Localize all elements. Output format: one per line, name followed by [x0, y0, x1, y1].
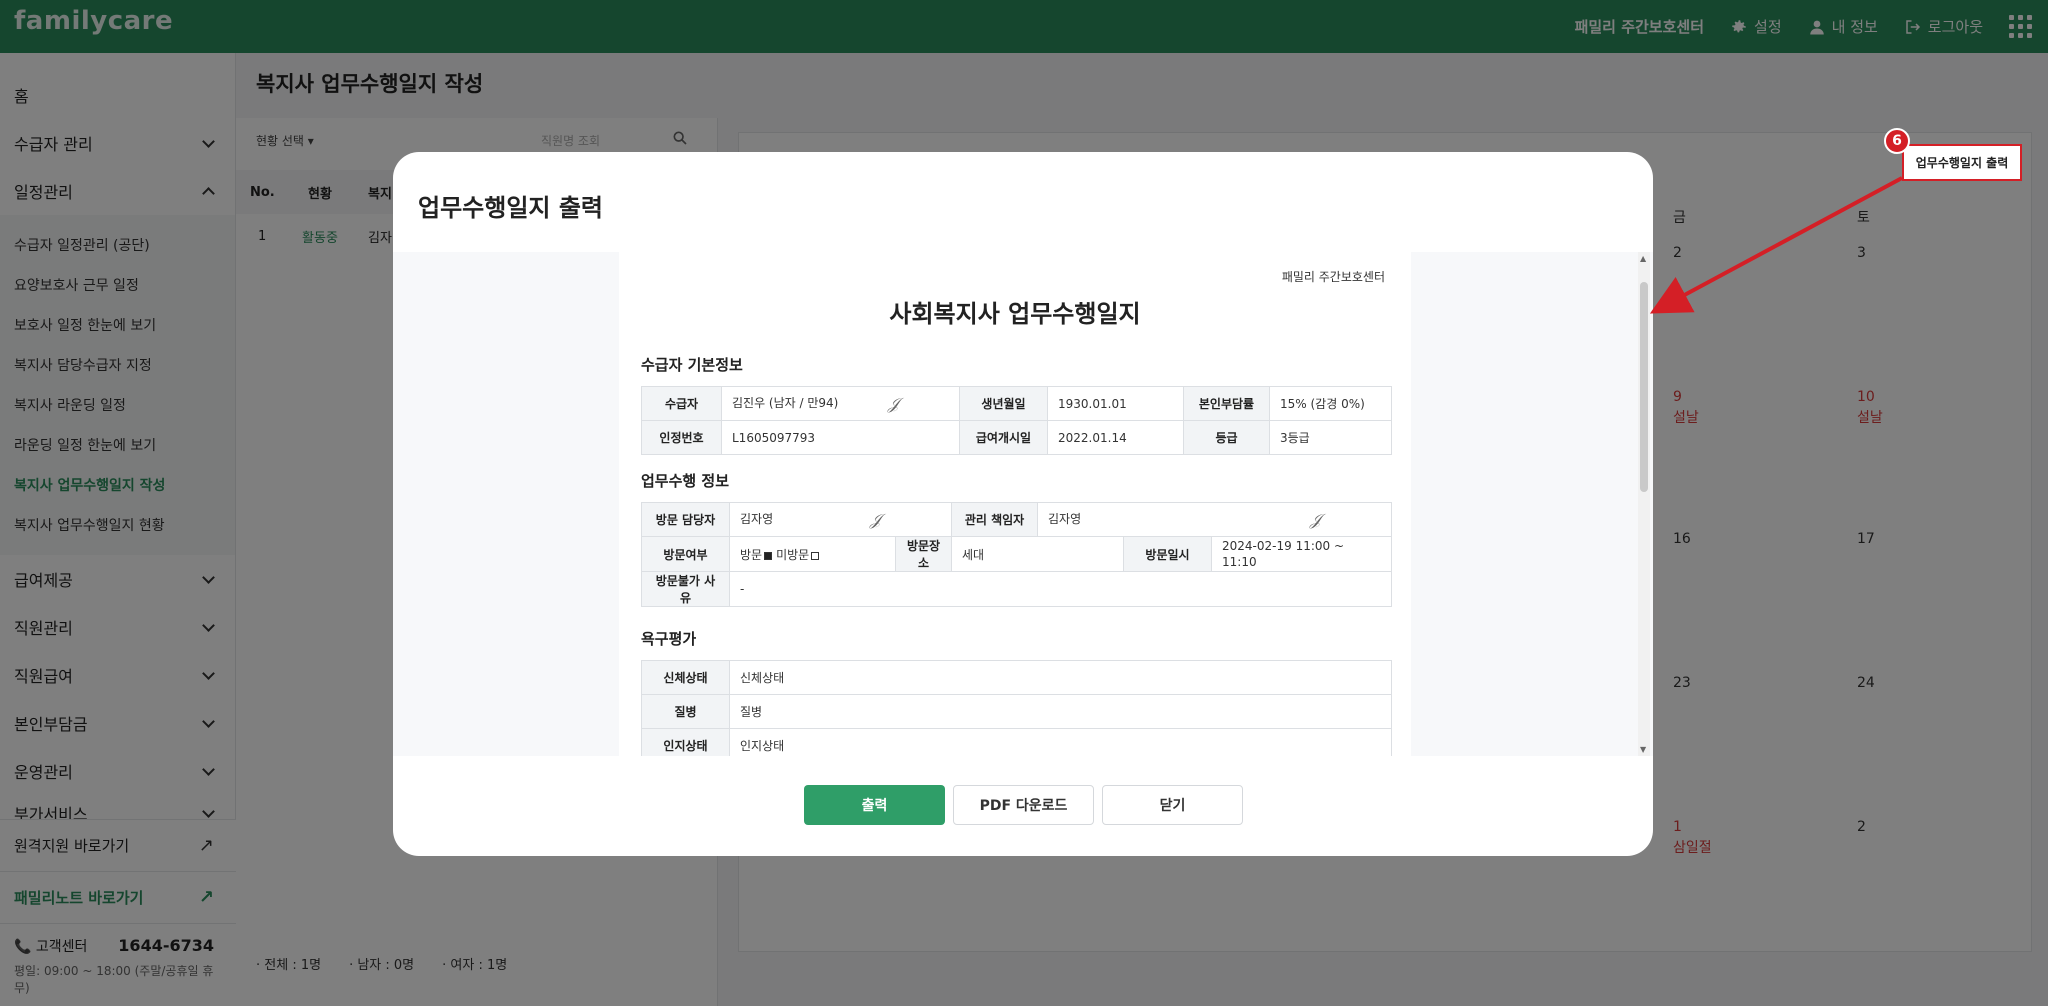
cell-label: 수급자 [641, 386, 722, 421]
cell-value: 3등급 [1269, 420, 1392, 455]
cell-value: 인지상태 [729, 728, 1392, 756]
doc-center-name: 패밀리 주간보호센터 [1281, 270, 1385, 284]
cell-label: 급여개시일 [959, 420, 1048, 455]
cell-label: 인지상태 [641, 728, 730, 756]
unchecked-box-icon [811, 551, 820, 560]
document-page: 패밀리 주간보호센터 사회복지사 업무수행일지 수급자 기본정보 수급자 김진우… [619, 252, 1411, 756]
cell-label: 등급 [1183, 420, 1270, 455]
section-needs-title: 욕구평가 [641, 630, 697, 648]
cell-label: 인정번호 [641, 420, 722, 455]
scroll-down-icon[interactable]: ▼ [1640, 745, 1646, 754]
cell-label: 본인부담률 [1183, 386, 1270, 421]
visit-no-label: 미방문 [776, 547, 810, 562]
cell-value: 2024-02-19 11:00 ~ 11:10 [1211, 536, 1393, 572]
work-info-table: 방문 담당자 김자영 𝒥 관리 책임자 김자영 𝒥 방문여부 방문 미방문 방문장소 … [641, 502, 1393, 607]
cell-label: 방문장소 [894, 536, 953, 572]
checked-box-icon [764, 551, 773, 560]
cell-value: - [728, 571, 1393, 607]
signature-icon: 𝒥 [1309, 509, 1322, 529]
cell-label: 생년월일 [959, 386, 1048, 421]
basic-info-table: 수급자 김진우 (남자 / 만94) 𝒥 생년월일 1930.01.01 본인부담… [641, 386, 1392, 455]
scroll-up-icon[interactable]: ▲ [1640, 254, 1646, 263]
pdf-download-button[interactable]: PDF 다운로드 [953, 785, 1094, 825]
cell-value: 15% (감경 0%) [1269, 386, 1392, 421]
cell-label: 질병 [641, 694, 730, 729]
print-modal: 업무수행일지 출력 패밀리 주간보호센터 사회복지사 업무수행일지 수급자 기본… [393, 152, 1653, 856]
cell-value: 1930.01.01 [1047, 386, 1184, 421]
signature-icon: 𝒥 [887, 393, 899, 413]
needs-table: 신체상태 신체상태 질병 질병 인지상태 인지상태 [641, 660, 1392, 756]
signature-icon: 𝒥 [869, 509, 882, 529]
section-basic-title: 수급자 기본정보 [641, 356, 743, 374]
cell-label: 방문일시 [1123, 536, 1213, 572]
cell-label: 관리 책임자 [951, 502, 1039, 537]
cell-value: 김자영 𝒥 [728, 502, 953, 537]
cell-value: 질병 [729, 694, 1392, 729]
cell-label: 신체상태 [641, 660, 730, 695]
cell-value: 김진우 (남자 / 만94) 𝒥 [721, 386, 960, 421]
visit-yes-label: 방문 [740, 547, 763, 562]
cell-value: L1605097793 [721, 420, 960, 455]
manager-value: 김자영 [1048, 511, 1082, 526]
cell-label: 방문 담당자 [641, 502, 730, 537]
print-button[interactable]: 출력 [804, 785, 945, 825]
close-button[interactable]: 닫기 [1102, 785, 1243, 825]
section-work-title: 업무수행 정보 [641, 472, 730, 490]
cell-label: 방문여부 [641, 536, 730, 572]
recipient-value: 김진우 (남자 / 만94) [732, 395, 839, 410]
doc-title: 사회복지사 업무수행일지 [889, 300, 1141, 328]
print-preview[interactable]: 패밀리 주간보호센터 사회복지사 업무수행일지 수급자 기본정보 수급자 김진우… [393, 252, 1653, 756]
annotation-step-badge: 6 [1884, 128, 1910, 154]
visitor-value: 김자영 [740, 511, 774, 526]
cell-label: 방문불가 사유 [641, 571, 730, 607]
cell-value: 방문 미방문 [729, 536, 896, 572]
cell-value: 신체상태 [729, 660, 1392, 695]
annotation-label: 업무수행일지 출력 [1902, 144, 2022, 181]
scroll-thumb[interactable] [1640, 282, 1648, 492]
cell-value: 2022.01.14 [1047, 420, 1184, 455]
cell-value: 김자영 𝒥 [1037, 502, 1393, 537]
modal-title: 업무수행일지 출력 [418, 194, 603, 222]
preview-scrollbar[interactable]: ▲ ▼ [1638, 252, 1650, 756]
cell-value: 세대 [951, 536, 1125, 572]
